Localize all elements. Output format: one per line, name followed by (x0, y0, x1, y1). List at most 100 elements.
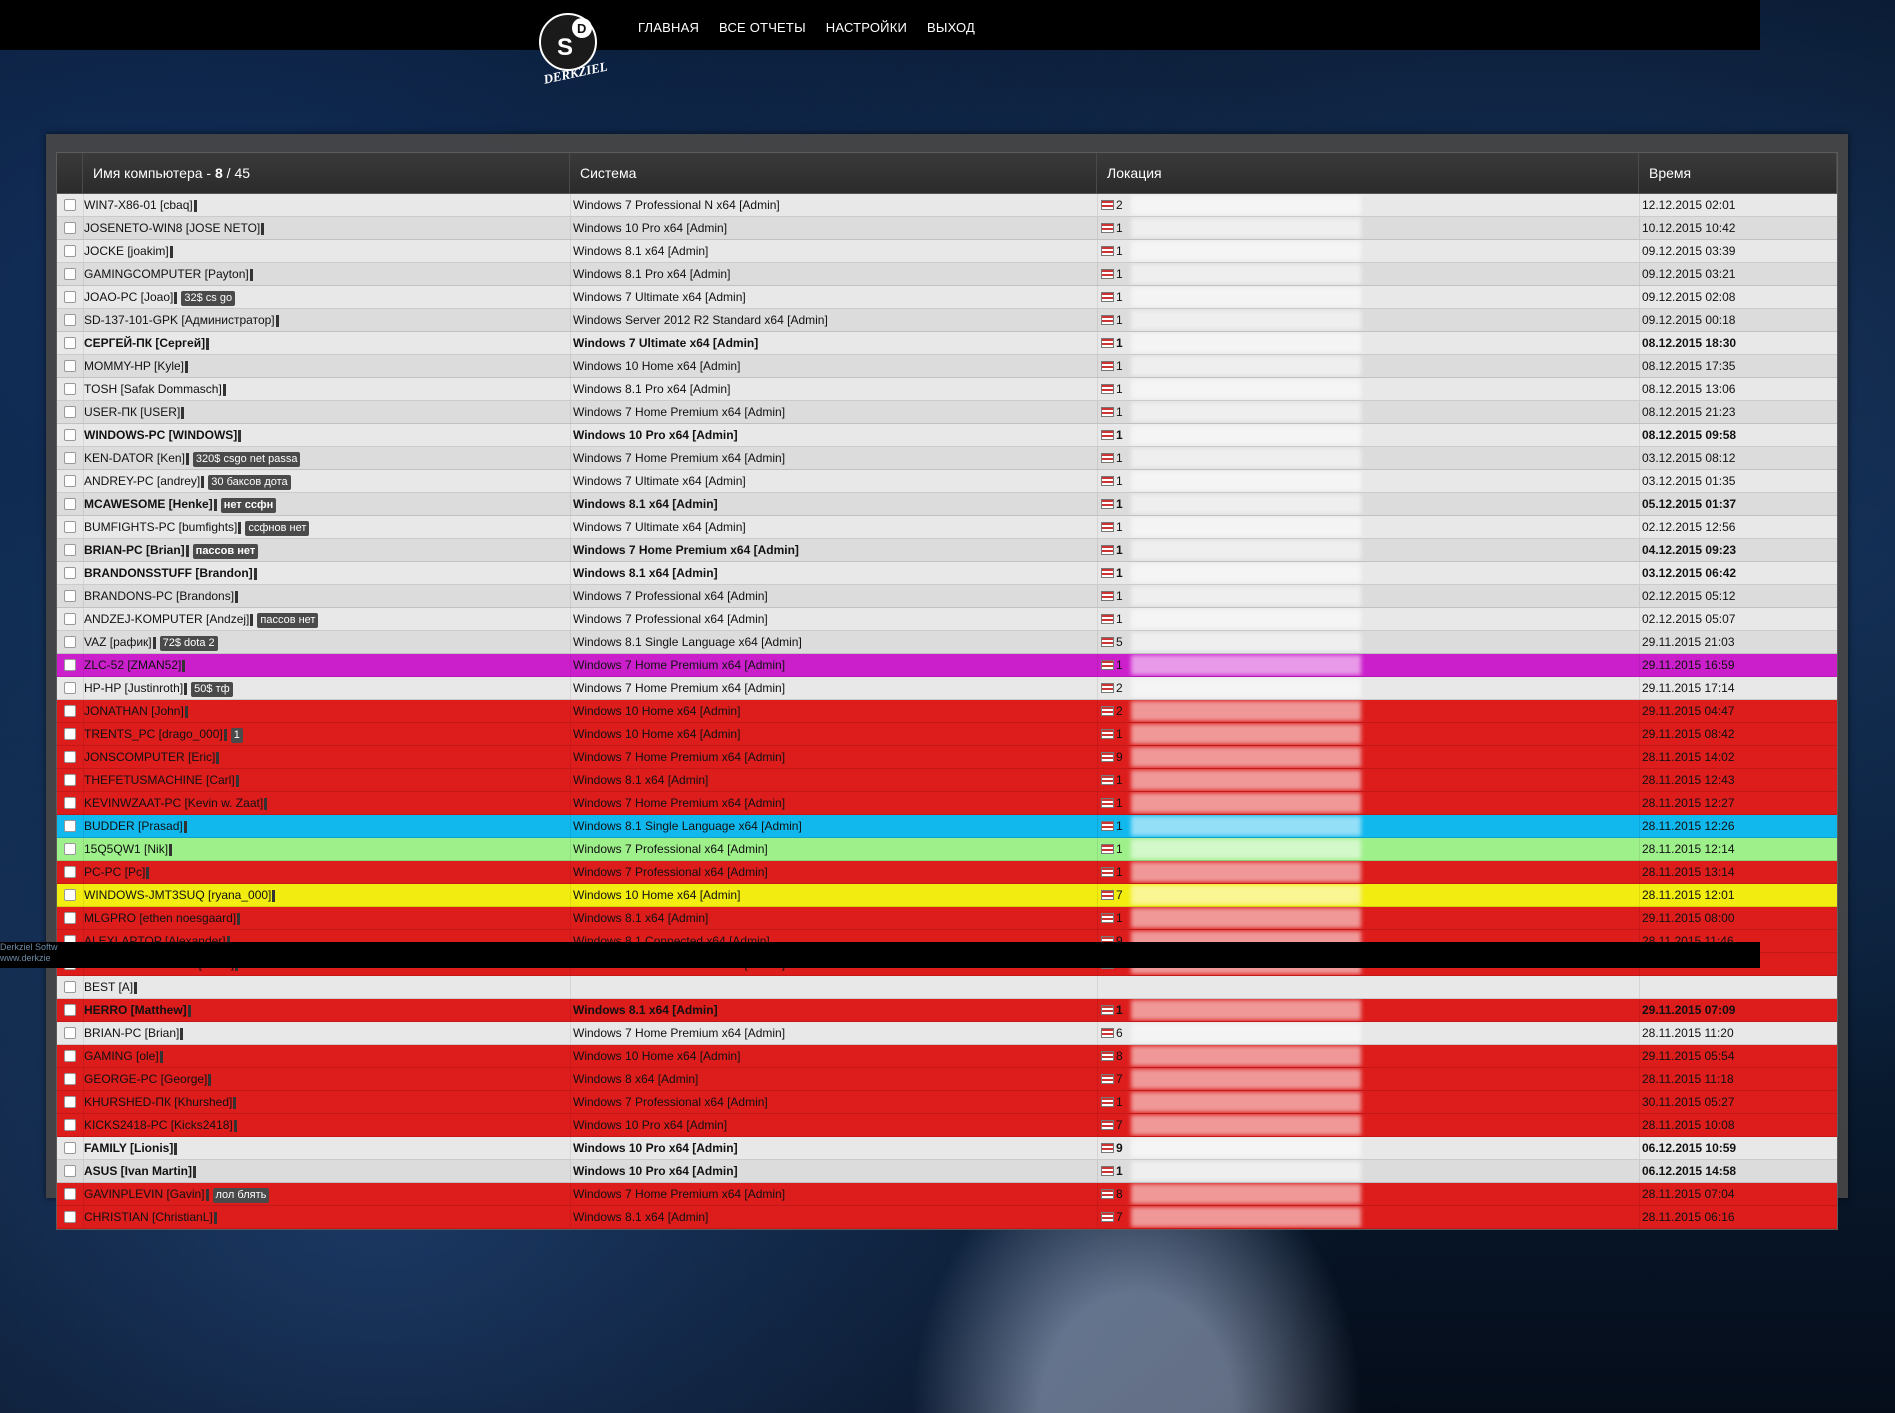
computer-name[interactable]: MLGPRO [ethen noesgaard] (84, 911, 236, 925)
computer-name[interactable]: BRIAN-PC [Brian] (84, 1026, 179, 1040)
row-checkbox[interactable] (64, 544, 76, 556)
computer-name[interactable]: KICKS2418-PC [Kicks2418] (84, 1118, 233, 1132)
computer-name[interactable]: USER-ПК [USER] (84, 405, 180, 419)
table-row[interactable]: ZLC-52 [ZMAN52] Windows 7 Home Premium x6… (57, 654, 1837, 677)
computer-name[interactable]: ANDZEJ-KOMPUTER [Andzej] (84, 612, 249, 626)
computer-name[interactable]: SD-137-101-GPK [Администратор] (84, 313, 275, 327)
header-time[interactable]: Время (1639, 153, 1837, 193)
computer-name[interactable]: JOSENETO-WIN8 [JOSE NETO] (84, 221, 260, 235)
table-row[interactable]: HP-HP [Justinroth] 50$ тф Windows 7 Home P… (57, 677, 1837, 700)
table-row[interactable]: WINDOWS-JMT3SUQ [ryana_000] Windows 10 Ho… (57, 884, 1837, 907)
row-checkbox[interactable] (64, 245, 76, 257)
computer-name[interactable]: KEN-DATOR [Ken] (84, 451, 185, 465)
table-row[interactable]: JOSENETO-WIN8 [JOSE NETO] Windows 10 Pro … (57, 217, 1837, 240)
table-row[interactable]: BRANDONSSTUFF [Brandon] Windows 8.1 x64 [… (57, 562, 1837, 585)
computer-name[interactable]: MCAWESOME [Henke] (84, 497, 213, 511)
row-checkbox[interactable] (64, 475, 76, 487)
computer-name[interactable]: СЕРГЕЙ-ПК [Сергей] (84, 336, 205, 350)
computer-name[interactable]: BRIAN-PC [Brian] (84, 543, 185, 557)
computer-name[interactable]: WINDOWS-JMT3SUQ [ryana_000] (84, 888, 271, 902)
row-checkbox[interactable] (64, 1165, 76, 1177)
row-checkbox[interactable] (64, 521, 76, 533)
row-checkbox[interactable] (64, 912, 76, 924)
header-location[interactable]: Локация (1097, 153, 1639, 193)
row-checkbox[interactable] (64, 866, 76, 878)
row-checkbox[interactable] (64, 705, 76, 717)
table-row[interactable]: BRIAN-PC [Brian] пассов нет Windows 7 Home… (57, 539, 1837, 562)
table-row[interactable]: GAVINPLEVIN [Gavin] лол блять Windows 7 Ho… (57, 1183, 1837, 1206)
computer-name[interactable]: THEFETUSMACHINE [Carl] (84, 773, 235, 787)
table-row[interactable]: USER-ПК [USER] Windows 7 Home Premium x64… (57, 401, 1837, 424)
table-row[interactable]: ANDZEJ-KOMPUTER [Andzej] пассов нет Window… (57, 608, 1837, 631)
row-checkbox[interactable] (64, 1188, 76, 1200)
computer-name[interactable]: GAMING [ole] (84, 1049, 159, 1063)
row-checkbox[interactable] (64, 567, 76, 579)
table-row[interactable]: KICKS2418-PC [Kicks2418] Windows 10 Pro x… (57, 1114, 1837, 1137)
table-row[interactable]: JONSCOMPUTER [Eric] Windows 7 Home Premiu… (57, 746, 1837, 769)
row-checkbox[interactable] (64, 268, 76, 280)
row-checkbox[interactable] (64, 774, 76, 786)
computer-name[interactable]: JONSCOMPUTER [Eric] (84, 750, 215, 764)
table-row[interactable]: FAMILY [Lionis] Windows 10 Pro x64 [Admin… (57, 1137, 1837, 1160)
computer-name[interactable]: FAMILY [Lionis] (84, 1141, 173, 1155)
row-checkbox[interactable] (64, 314, 76, 326)
nav-logout-link[interactable]: ВЫХОД (927, 20, 975, 35)
row-checkbox[interactable] (64, 1096, 76, 1108)
computer-name[interactable]: TOSH [Safak Dommasch] (84, 382, 222, 396)
computer-name[interactable]: BUMFIGHTS-PC [bumfights] (84, 520, 237, 534)
table-row[interactable]: TOSH [Safak Dommasch] Windows 8.1 Pro x64… (57, 378, 1837, 401)
table-row[interactable]: MCAWESOME [Henke] нет ссфн Windows 8.1 x64… (57, 493, 1837, 516)
row-checkbox[interactable] (64, 406, 76, 418)
table-row[interactable]: BUMFIGHTS-PC [bumfights] ссфнов нет Window… (57, 516, 1837, 539)
row-checkbox[interactable] (64, 383, 76, 395)
table-row[interactable]: JOAO-PC [Joao] 32$ cs go Windows 7 Ultimat… (57, 286, 1837, 309)
table-row[interactable]: JOCKE [joakim] Windows 8.1 x64 [Admin] 1 09… (57, 240, 1837, 263)
table-row[interactable]: 15Q5QW1 [Nik] Windows 7 Professional x64 … (57, 838, 1837, 861)
table-row[interactable]: ASUS [Ivan Martin] Windows 10 Pro x64 [Ad… (57, 1160, 1837, 1183)
computer-name[interactable]: WINDOWS-PC [WINDOWS] (84, 428, 237, 442)
computer-name[interactable]: ASUS [Ivan Martin] (84, 1164, 192, 1178)
computer-name[interactable]: ZLC-52 [ZMAN52] (84, 658, 181, 672)
table-row[interactable]: GEORGE-PC [George] Windows 8 x64 [Admin] 7… (57, 1068, 1837, 1091)
computer-name[interactable]: GAVINPLEVIN [Gavin] (84, 1187, 205, 1201)
row-checkbox[interactable] (64, 1119, 76, 1131)
table-row[interactable]: GAMINGCOMPUTER [Payton] Windows 8.1 Pro x… (57, 263, 1837, 286)
row-checkbox[interactable] (64, 452, 76, 464)
nav-all-reports-link[interactable]: ВСЕ ОТЧЕТЫ (719, 20, 806, 35)
computer-name[interactable]: ANDREY-PC [andrey] (84, 474, 200, 488)
row-checkbox[interactable] (64, 613, 76, 625)
table-row[interactable]: ANDREY-PC [andrey] 30 баксов дота Windows … (57, 470, 1837, 493)
table-row[interactable]: BEST [A] (57, 976, 1837, 999)
table-row[interactable]: BUDDER [Prasad] Windows 8.1 Single Langua… (57, 815, 1837, 838)
row-checkbox[interactable] (64, 728, 76, 740)
table-row[interactable]: BRIAN-PC [Brian] Windows 7 Home Premium x… (57, 1022, 1837, 1045)
computer-name[interactable]: CHRISTIAN [ChristianL] (84, 1210, 213, 1224)
row-checkbox[interactable] (64, 843, 76, 855)
table-row[interactable]: WINDOWS-PC [WINDOWS] Windows 10 Pro x64 [… (57, 424, 1837, 447)
computer-name[interactable]: KEVINWZAAT-PC [Kevin w. Zaat] (84, 796, 263, 810)
table-row[interactable]: TRENTS_PC [drago_000] 1 Windows 10 Home x6… (57, 723, 1837, 746)
computer-name[interactable]: BUDDER [Prasad] (84, 819, 183, 833)
row-checkbox[interactable] (64, 682, 76, 694)
row-checkbox[interactable] (64, 1073, 76, 1085)
row-checkbox[interactable] (64, 291, 76, 303)
computer-name[interactable]: GAMINGCOMPUTER [Payton] (84, 267, 249, 281)
header-system[interactable]: Система (570, 153, 1097, 193)
computer-name[interactable]: 15Q5QW1 [Nik] (84, 842, 168, 856)
computer-name[interactable]: BRANDONS-PC [Brandons] (84, 589, 234, 603)
computer-name[interactable]: PC-PC [Pc] (84, 865, 145, 879)
row-checkbox[interactable] (64, 337, 76, 349)
table-row[interactable]: WIN7-X86-01 [cbaq] Windows 7 Professional… (57, 194, 1837, 217)
nav-settings-link[interactable]: НАСТРОЙКИ (826, 20, 907, 35)
computer-name[interactable]: JOCKE [joakim] (84, 244, 169, 258)
row-checkbox[interactable] (64, 590, 76, 602)
table-row[interactable]: PC-PC [Pc] Windows 7 Professional x64 [Ad… (57, 861, 1837, 884)
table-row[interactable]: THEFETUSMACHINE [Carl] Windows 8.1 x64 [A… (57, 769, 1837, 792)
row-checkbox[interactable] (64, 820, 76, 832)
row-checkbox[interactable] (64, 981, 76, 993)
table-row[interactable]: VAZ [рафик] 72$ dota 2 Windows 8.1 Single … (57, 631, 1837, 654)
computer-name[interactable]: JONATHAN [John] (84, 704, 184, 718)
computer-name[interactable]: WIN7-X86-01 [cbaq] (84, 198, 193, 212)
table-row[interactable]: KEN-DATOR [Ken] 320$ csgo net passa Window… (57, 447, 1837, 470)
computer-name[interactable]: BEST [A] (84, 980, 133, 994)
